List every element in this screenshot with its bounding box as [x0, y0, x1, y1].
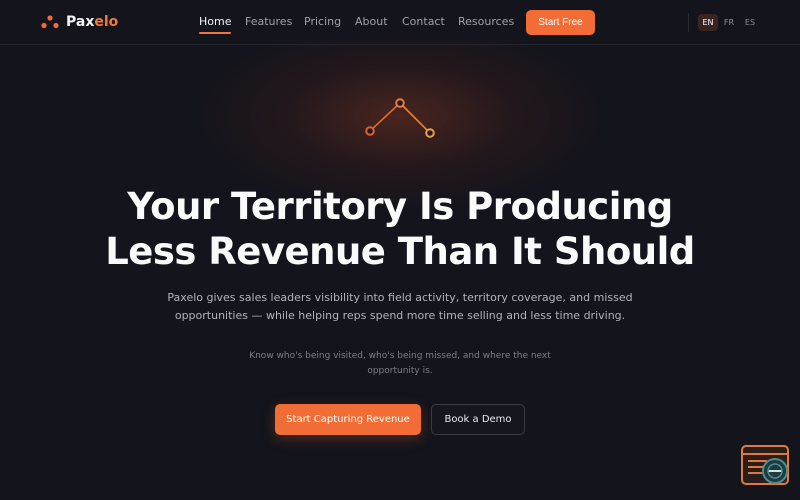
book-demo-button[interactable]: Book a Demo — [431, 404, 525, 435]
headline-line-1: Your Territory Is Producing — [127, 185, 673, 228]
language-en[interactable]: EN — [698, 14, 718, 31]
brand-name: Paxelo — [66, 14, 119, 30]
nav-divider — [688, 13, 689, 32]
nav-link-resources[interactable]: Resources — [458, 15, 514, 28]
hero-subheadline: Paxelo gives sales leaders visibility in… — [167, 291, 633, 322]
top-navigation: Paxelo Home Features Pricing About Conta… — [0, 0, 800, 45]
chat-support-widget[interactable] — [741, 444, 791, 488]
nav-link-contact[interactable]: Contact — [402, 15, 445, 28]
chat-support-icon — [741, 445, 791, 492]
nav-link-about[interactable]: About — [355, 15, 388, 28]
three-dots-logo-icon — [41, 15, 59, 29]
hero-supporting-text: Know who's being visited, who's being mi… — [249, 351, 551, 376]
language-fr[interactable]: FR — [719, 14, 739, 31]
headline-line-2: Less Revenue Than It Should — [105, 230, 695, 273]
start-capturing-revenue-button[interactable]: Start Capturing Revenue — [275, 404, 421, 435]
start-free-button[interactable]: Start Free — [526, 10, 595, 35]
nav-link-features[interactable]: Features — [245, 15, 292, 28]
hero-headline: Your Territory Is Producing Less Revenue… — [0, 184, 800, 274]
language-es[interactable]: ES — [740, 14, 760, 31]
nav-link-pricing[interactable]: Pricing — [304, 15, 341, 28]
brand-logo[interactable]: Paxelo — [41, 12, 118, 32]
nav-link-home[interactable]: Home — [199, 15, 232, 34]
connected-nodes-icon — [360, 96, 440, 146]
